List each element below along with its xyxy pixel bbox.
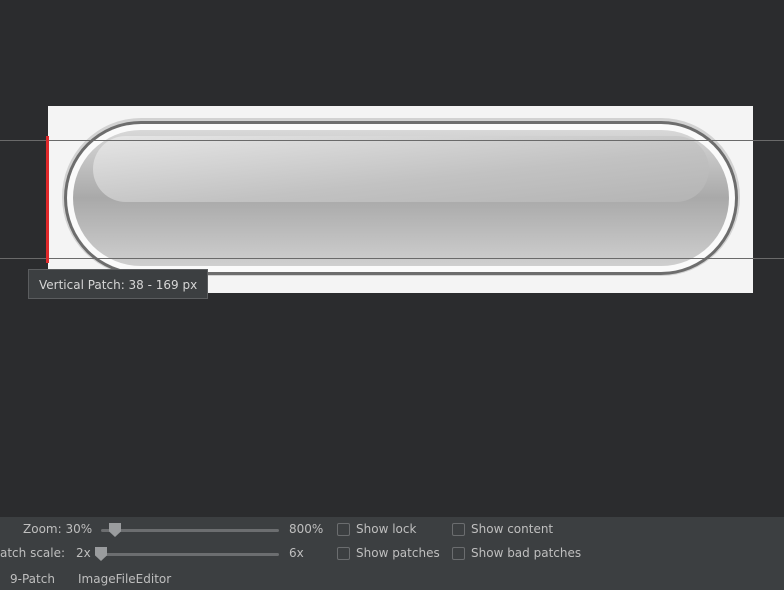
button-graphic	[62, 118, 740, 276]
vertical-patch-marker[interactable]	[46, 136, 49, 263]
editor-tabs: 9-Patch ImageFileEditor	[0, 570, 784, 590]
show-patches-checkbox[interactable]	[337, 547, 350, 560]
patch-scale-row: atch scale: 2x 6x Show patches Show bad …	[0, 544, 784, 564]
show-lock-label[interactable]: Show lock	[356, 522, 416, 536]
patch-tooltip: Vertical Patch: 38 - 169 px	[28, 269, 209, 299]
zoom-label: Zoom: 30%	[23, 522, 93, 536]
patch-scale-label: atch scale:	[0, 546, 66, 560]
tab-image-file-editor[interactable]: ImageFileEditor	[78, 572, 171, 586]
patch-guide-bottom	[0, 258, 784, 259]
patch-scale-slider-thumb[interactable]	[95, 547, 107, 561]
show-content-checkbox[interactable]	[452, 523, 465, 536]
patch-scale-max-label: 6x	[289, 546, 304, 560]
tab-9-patch[interactable]: 9-Patch	[10, 572, 55, 586]
control-panel: Zoom: 30% 800% Show lock Show content at…	[0, 517, 784, 590]
zoom-slider-thumb[interactable]	[109, 523, 121, 537]
show-content-label[interactable]: Show content	[471, 522, 553, 536]
patch-scale-slider[interactable]	[95, 547, 279, 561]
zoom-max-label: 800%	[289, 522, 324, 536]
zoom-row: Zoom: 30% 800% Show lock Show content	[0, 520, 784, 540]
show-patches-label[interactable]: Show patches	[356, 546, 440, 560]
show-lock-checkbox[interactable]	[337, 523, 350, 536]
show-bad-patches-label[interactable]: Show bad patches	[471, 546, 581, 560]
button-gloss	[93, 136, 709, 202]
patch-guide-top	[0, 140, 784, 141]
patch-scale-min-label: 2x	[76, 546, 91, 560]
image-canvas[interactable]: Vertical Patch: 38 - 169 px	[0, 0, 784, 517]
zoom-slider[interactable]	[101, 523, 279, 537]
nine-patch-editor: Vertical Patch: 38 - 169 px Zoom: 30% 80…	[0, 0, 784, 590]
nine-patch-image[interactable]	[48, 106, 753, 293]
show-bad-patches-checkbox[interactable]	[452, 547, 465, 560]
